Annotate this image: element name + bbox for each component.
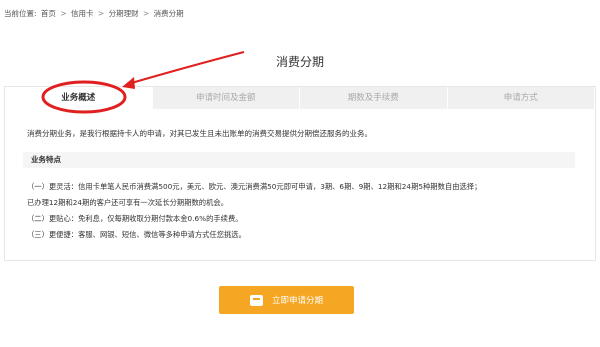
breadcrumb-current: 消费分期 xyxy=(153,9,184,18)
intro-text: 消费分期业务，是我行根据持卡人的申请，对其已发生且未出账单的消费交易提供分期偿还… xyxy=(27,129,372,138)
breadcrumb-installment[interactable]: 分期理财 xyxy=(109,9,139,18)
breadcrumb-separator: > xyxy=(97,9,105,18)
tab-periods-fees[interactable]: 期数及手续费 xyxy=(300,87,448,109)
page-title: 消费分期 xyxy=(275,55,324,69)
feature-flexible: （一）更灵活：信用卡单笔人民币消费满500元，美元、欧元、澳元消费满50元即可申… xyxy=(27,182,482,191)
apply-button-label: 立即申请分期 xyxy=(271,296,323,306)
feature-extension: 已办理12期和24期的客户还可享有一次延长分期期数的机会。 xyxy=(27,198,228,207)
content-panel: 业务概述 申请时间及金额 期数及手续费 申请方式 消费分期业务，是我行根据持卡人… xyxy=(4,86,596,261)
apply-installment-button[interactable]: 立即申请分期 xyxy=(219,286,354,314)
breadcrumb-separator: > xyxy=(60,9,67,18)
features-heading: 业务特点 xyxy=(23,152,575,168)
breadcrumb-separator: > xyxy=(142,9,150,18)
breadcrumb-label: 当前位置: xyxy=(4,9,37,18)
feature-convenient: （三）更便捷：客服、网银、短信、微信等多种申请方式任您挑选。 xyxy=(27,230,246,239)
tab-bar: 业务概述 申请时间及金额 期数及手续费 申请方式 xyxy=(5,87,595,109)
breadcrumb-home[interactable]: 首页 xyxy=(41,9,56,18)
breadcrumb: 当前位置: 首页 > 信用卡 > 分期理财 > 消费分期 xyxy=(4,8,184,19)
tab-apply-method[interactable]: 申请方式 xyxy=(448,87,595,109)
apply-icon xyxy=(249,294,263,306)
tab-overview[interactable]: 业务概述 xyxy=(5,87,153,109)
feature-considerate: （二）更贴心：免利息，仅每期收取分期付款本金0.6%的手续费。 xyxy=(27,214,243,223)
breadcrumb-credit-card[interactable]: 信用卡 xyxy=(71,9,94,18)
tab-time-amount[interactable]: 申请时间及金额 xyxy=(153,87,300,109)
